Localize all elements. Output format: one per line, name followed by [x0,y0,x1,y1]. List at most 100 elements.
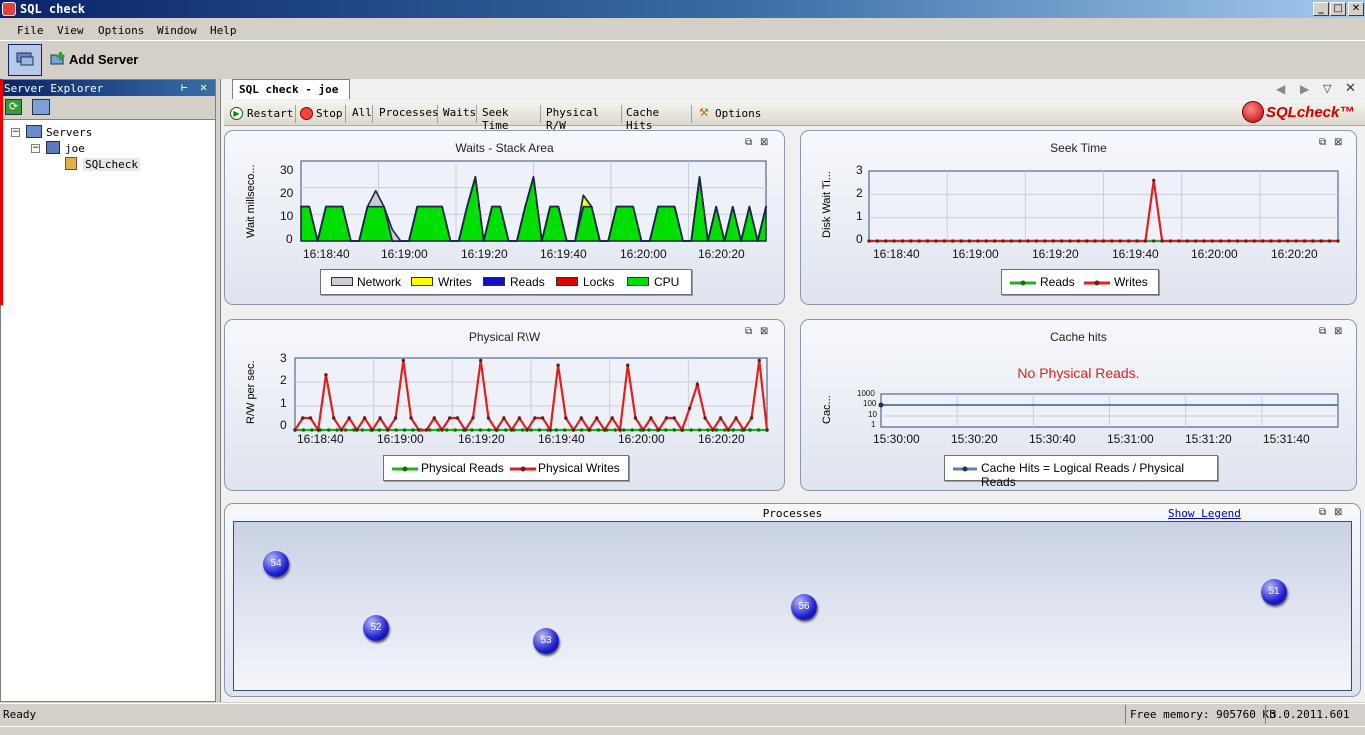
data-point [370,428,375,432]
stop-button[interactable]: Stop [298,105,346,123]
maximize-button[interactable]: □ [1330,2,1346,16]
pin-icon[interactable]: ⊢ [181,81,188,94]
menu-options[interactable]: Options [98,24,144,37]
process-ball[interactable]: 54 [263,551,289,577]
menu-view[interactable]: View [57,24,84,37]
data-point [1051,239,1055,243]
data-point [1185,239,1189,243]
physical-xtick: 16:18:40 [297,432,344,446]
data-point [867,239,871,243]
waits-close-icon[interactable]: ⊠ [760,137,768,148]
expand-joe-icon[interactable]: − [31,144,40,153]
data-point [1286,239,1290,243]
physical-close-icon[interactable]: ⊠ [760,326,768,337]
data-point [689,428,693,432]
process-ball[interactable]: 56 [791,594,817,620]
tab-close-icon[interactable]: ✕ [1345,81,1356,96]
add-server-icon [50,52,65,65]
data-point [1135,239,1139,243]
data-point [509,428,514,432]
data-point [748,428,752,432]
restart-button[interactable]: ▶ Restart [228,105,296,123]
data-point [1143,239,1147,243]
view-waits-button[interactable]: Waits [441,105,477,123]
physical-ylabel: R/W per sec. [245,360,257,424]
data-point [525,428,529,432]
minimize-button[interactable]: _ [1313,2,1329,16]
waits-xtick: 16:19:20 [461,247,508,261]
view-physical-rw-button[interactable]: Physical R/W [544,105,622,132]
seek-xtick: 16:19:40 [1112,247,1159,261]
legend-swatch-locks [556,277,578,286]
view-seek-time-button[interactable]: Seek Time [480,105,541,132]
data-point [486,416,491,420]
status-text: Ready [3,708,37,721]
seek-close-icon[interactable]: ⊠ [1334,137,1342,148]
data-point [1227,239,1231,243]
expand-servers-icon[interactable]: − [11,128,20,137]
data-point [892,239,896,243]
database-icon [65,157,77,170]
tab-list-icon[interactable]: ▽ [1323,82,1331,95]
tree-joe[interactable]: joe [65,142,85,155]
seek-ytick: 1 [856,209,863,223]
server-explorer-toggle[interactable] [8,44,42,76]
data-point [765,428,769,432]
data-point [579,416,583,420]
scroll-right-icon[interactable]: ▶ [1300,82,1309,96]
data-point [393,416,398,420]
cache-ytick: 1000 [857,389,875,398]
add-server-button[interactable]: Add Server [45,46,141,74]
scroll-left-icon[interactable]: ◀ [1276,82,1285,96]
add-server-small-icon[interactable] [32,99,50,115]
menu-file[interactable]: File [17,24,44,37]
data-point [602,428,607,432]
menu-help[interactable]: Help [210,24,237,37]
tree-servers[interactable]: Servers [46,126,92,139]
window-title: SQL check [20,2,86,16]
processes-close-icon[interactable]: ⊠ [1334,507,1342,518]
cache-restore-icon[interactable]: ⧉ [1319,326,1326,337]
process-ball[interactable]: 53 [533,628,559,654]
data-point [984,239,988,243]
seek-ylabel: Disk Wait Ti... [821,171,833,238]
menu-window[interactable]: Window [157,24,197,37]
show-legend-link[interactable]: Show Legend [1168,507,1241,520]
cache-ytick: 10 [868,410,877,419]
seek-legend-reads: Reads [1040,275,1075,289]
view-processes-button[interactable]: Processes [377,105,439,123]
view-cache-hits-button[interactable]: Cache Hits [624,105,692,132]
refresh-icon[interactable]: ⟳ [5,99,22,115]
data-point [436,428,440,432]
tab-sql-check-joe[interactable]: SQL check - joe [232,79,350,99]
physical-legend: Physical Reads Physical Writes [383,455,629,481]
processes-restore-icon[interactable]: ⧉ [1319,507,1326,518]
close-button[interactable]: ✕ [1348,2,1364,16]
waits-restore-icon[interactable]: ⧉ [745,137,752,148]
data-point [1235,239,1240,243]
legend-swatch-network [331,277,353,286]
data-point [1202,239,1206,243]
data-point [343,428,348,432]
seek-restore-icon[interactable]: ⧉ [1319,137,1326,148]
view-all-button[interactable]: All [350,105,373,123]
play-icon: ▶ [230,107,243,120]
tab-label: SQL check - joe [239,83,339,96]
physical-restore-icon[interactable]: ⧉ [745,326,752,337]
tree-sqlcheck[interactable]: SQLcheck [83,158,140,171]
stop-label: Stop [316,107,343,120]
data-point [471,416,475,420]
servers-folder-icon [26,125,42,138]
data-point [533,416,537,420]
process-ball[interactable]: 51 [1261,579,1287,605]
explorer-close-icon[interactable]: ✕ [200,80,207,94]
brand-logo: SQLcheck™ [1266,104,1355,121]
legend-reads: Reads [510,275,545,289]
options-button[interactable]: ⚒ Options [697,105,765,123]
data-point [633,416,638,420]
data-point [378,416,382,420]
cache-close-icon[interactable]: ⊠ [1334,326,1342,337]
process-ball[interactable]: 52 [363,615,389,641]
add-server-label: Add Server [69,52,139,67]
waits-xtick: 16:20:20 [698,247,745,261]
